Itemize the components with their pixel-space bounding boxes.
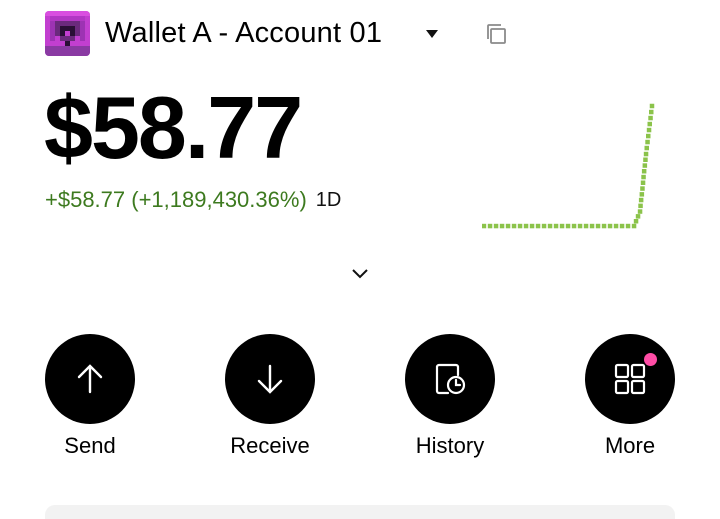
chevron-down-icon[interactable] (350, 267, 370, 281)
sparkline-dot (613, 223, 619, 229)
sparkline-dot (619, 223, 625, 229)
sparkline-dot (644, 145, 649, 151)
sparkline-dot (523, 223, 529, 229)
history-icon (435, 363, 466, 395)
sparkline-dot (493, 223, 499, 229)
wallet-screen: Wallet A - Account 01 $58.77 +$58.77 (+1… (0, 0, 720, 519)
more-button[interactable]: More (570, 334, 690, 460)
history-button-circle[interactable] (405, 334, 495, 424)
sparkline-dot (571, 223, 577, 229)
send-button[interactable]: Send (30, 334, 150, 460)
history-button[interactable]: History (390, 334, 510, 460)
caret-down-icon[interactable] (424, 27, 440, 39)
account-title[interactable]: Wallet A - Account 01 (105, 14, 382, 52)
sparkline-dot (553, 223, 559, 229)
sparkline-dot (649, 109, 654, 115)
sparkline-dot (641, 174, 646, 180)
sparkline-dot (625, 223, 631, 229)
sparkline-dot (487, 223, 493, 229)
sparkline-dot (482, 223, 487, 229)
sparkline-dot (646, 127, 652, 133)
sparkline-dot (607, 223, 613, 229)
sparkline-dot (638, 197, 644, 203)
history-label: History (415, 433, 485, 458)
receive-label: Receive (230, 433, 310, 458)
sparkline-dot (601, 223, 607, 229)
sparkline-dot (640, 186, 645, 191)
sparkline-dot (529, 223, 535, 229)
sparkline-dot (541, 223, 547, 229)
more-button-circle[interactable] (585, 334, 675, 424)
sparkline-dot (637, 209, 643, 214)
send-button-circle[interactable] (45, 334, 135, 424)
sparkline-dot (589, 223, 595, 229)
sparkline-dot (646, 133, 651, 139)
sparkline-dot (641, 169, 647, 174)
sparkline-dot (645, 139, 650, 145)
sparkline-dot (565, 223, 571, 229)
pixel-avatar-icon[interactable] (45, 11, 90, 56)
sparkline-dot (648, 115, 653, 121)
sparkline-dot (517, 223, 523, 229)
more-label: More (604, 433, 656, 458)
bottom-card (45, 505, 675, 519)
sparkline-dot (505, 223, 511, 229)
sparkline-dot (640, 180, 646, 185)
sparkline-dot (583, 223, 589, 229)
sparkline-dot (642, 163, 648, 168)
sparkline-dot (633, 219, 639, 224)
sparkline-dot (631, 223, 637, 229)
sparkline-dot (499, 223, 505, 229)
sparkline-dot (535, 223, 541, 229)
balance-change: +$58.77 (+1,189,430.36%) (45, 187, 307, 212)
sparkline-dot (511, 223, 517, 229)
sparkline-dot (638, 203, 643, 209)
notification-badge (644, 353, 657, 366)
change-period: 1D (315, 188, 342, 211)
arrow-down-icon (257, 364, 283, 394)
sparkline-dot (547, 223, 553, 229)
send-label: Send (64, 433, 116, 458)
receive-button[interactable]: Receive (210, 334, 330, 460)
sparkline-dot (649, 103, 655, 109)
sparkline-dot (643, 151, 649, 157)
balance-sparkline (482, 103, 655, 229)
arrow-up-icon (77, 364, 103, 394)
sparkline-dot (559, 223, 565, 229)
grid-icon (614, 363, 646, 395)
sparkline-dot (647, 121, 652, 127)
receive-button-circle[interactable] (225, 334, 315, 424)
balance-amount: $58.77 (44, 78, 303, 177)
balance-change-row: +$58.77 (+1,189,430.36%) 1D (45, 185, 341, 215)
sparkline-dot (643, 157, 648, 162)
sparkline-dot (577, 223, 583, 229)
copy-icon[interactable] (484, 22, 508, 46)
sparkline-dot (639, 192, 645, 197)
sparkline-dot (635, 214, 641, 219)
sparkline-dot (595, 223, 601, 229)
